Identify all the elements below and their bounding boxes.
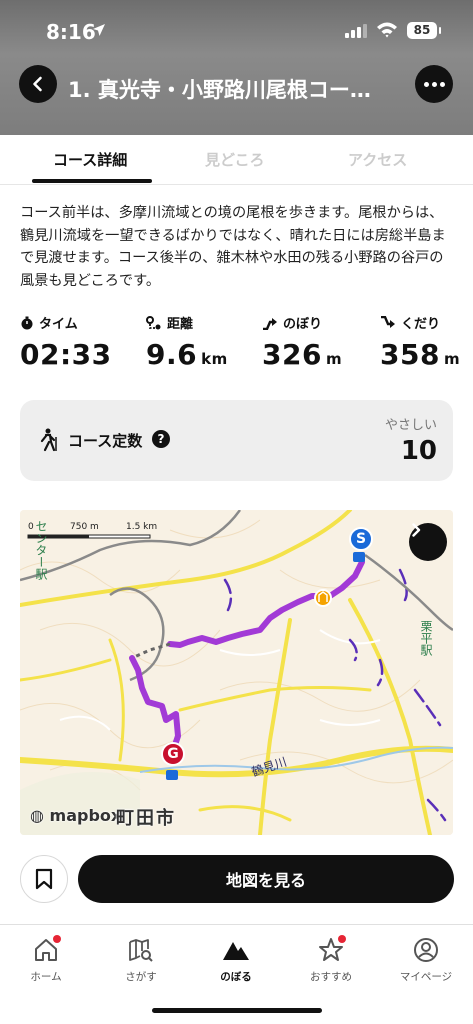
- action-bar: 地図を見る: [0, 836, 473, 924]
- descent-icon: [381, 315, 395, 328]
- header: 8:16 85 1. 真光寺・小野路川尾根コー…: [0, 0, 473, 135]
- hiker-icon: [40, 428, 57, 452]
- nav-label-mypage: マイページ: [399, 971, 453, 983]
- city-label: 町田市: [116, 808, 176, 829]
- status-bar: 8:16 85: [0, 0, 473, 60]
- nav-item-mypage[interactable]: マイページ: [381, 935, 471, 984]
- stat-ascent-label: のぼり: [283, 317, 323, 332]
- status-time: 8:16: [46, 20, 96, 44]
- stat-descent-label: くだり: [401, 317, 441, 332]
- tab-indicator: [32, 179, 152, 183]
- nav-label-climb: のぼる: [220, 971, 252, 983]
- back-button[interactable]: [19, 65, 57, 103]
- difficulty-level: やさしい: [384, 418, 437, 433]
- home-indicator: [152, 1008, 322, 1013]
- chevron-left-icon: [33, 76, 42, 92]
- bookmark-icon: [35, 868, 53, 890]
- map-canvas: [20, 510, 453, 835]
- stat-descent-unit: m: [443, 350, 461, 368]
- tab-course-detail[interactable]: コース詳細: [53, 149, 127, 170]
- tab-access[interactable]: アクセス: [348, 149, 407, 170]
- stat-distance-label: 距離: [167, 317, 194, 332]
- notification-badge: [53, 935, 61, 943]
- nav-item-climb[interactable]: のぼる: [191, 935, 281, 984]
- stopwatch-icon: [21, 316, 33, 329]
- battery-icon: 85: [407, 22, 441, 39]
- stat-distance: 距離 9.6 km: [146, 313, 228, 371]
- wifi-icon: [376, 21, 398, 43]
- nav-item-home[interactable]: ホーム: [1, 935, 91, 984]
- station-label-right: 栗平駅: [419, 620, 433, 656]
- mountain-icon: [223, 942, 249, 960]
- stat-distance-value: 9.6: [146, 338, 198, 371]
- start-marker[interactable]: S: [349, 527, 373, 551]
- more-button[interactable]: [415, 65, 453, 103]
- stat-ascent-unit: m: [325, 350, 343, 368]
- map-next-button[interactable]: [409, 523, 447, 561]
- view-map-button[interactable]: 地図を見る: [78, 855, 454, 903]
- map-search-icon: [129, 939, 153, 962]
- page-title: 1. 真光寺・小野路川尾根コー…: [68, 78, 371, 102]
- nav-label-recommend: おすすめ: [310, 971, 352, 983]
- stat-ascent-value: 326: [262, 338, 322, 371]
- tab-bar: コース詳細 見どころ アクセス: [0, 135, 473, 185]
- ascent-icon: [263, 317, 277, 330]
- stat-ascent: のぼり 326 m: [262, 313, 342, 371]
- nav-item-recommend[interactable]: おすすめ: [286, 935, 376, 984]
- stat-descent: くだり 358 m: [380, 313, 460, 371]
- course-rating-card: コース定数 ? やさしい 10: [20, 400, 453, 481]
- course-description: コース前半は、多摩川流域との境の尾根を歩きます。尾根からは、鶴見川流域を一望でき…: [20, 205, 446, 289]
- mapbox-logo: ◍ mapbox: [30, 806, 122, 825]
- chevron-right-icon: [412, 523, 421, 537]
- stat-time-value: 02:33: [20, 338, 112, 371]
- goal-marker[interactable]: G: [161, 742, 185, 766]
- user-icon: [414, 938, 438, 962]
- course-rating-label: コース定数: [68, 432, 143, 450]
- signal-icon: [345, 24, 367, 38]
- route-distance-icon: [146, 315, 161, 329]
- location-arrow-icon: [92, 22, 106, 41]
- station-label-left: センター駅: [34, 520, 48, 580]
- tab-highlights[interactable]: 見どころ: [205, 149, 265, 170]
- more-icon: [423, 81, 429, 87]
- help-icon[interactable]: ?: [152, 430, 170, 448]
- course-rating-value: 10: [400, 436, 437, 466]
- nav-label-search: さがす: [125, 971, 157, 983]
- nav-item-search[interactable]: さがす: [96, 935, 186, 984]
- notification-badge: [338, 935, 346, 943]
- stat-descent-value: 358: [380, 338, 440, 371]
- stat-time: タイム 02:33: [20, 313, 112, 371]
- stat-distance-unit: km: [201, 350, 228, 368]
- route-map[interactable]: センター駅 栗平駅 0 750 m 1.5 km S G 鶴見川 ◍ mapbo…: [20, 510, 453, 835]
- bookmark-button[interactable]: [20, 855, 68, 903]
- nav-label-home: ホーム: [30, 971, 62, 983]
- stat-time-label: タイム: [39, 317, 78, 332]
